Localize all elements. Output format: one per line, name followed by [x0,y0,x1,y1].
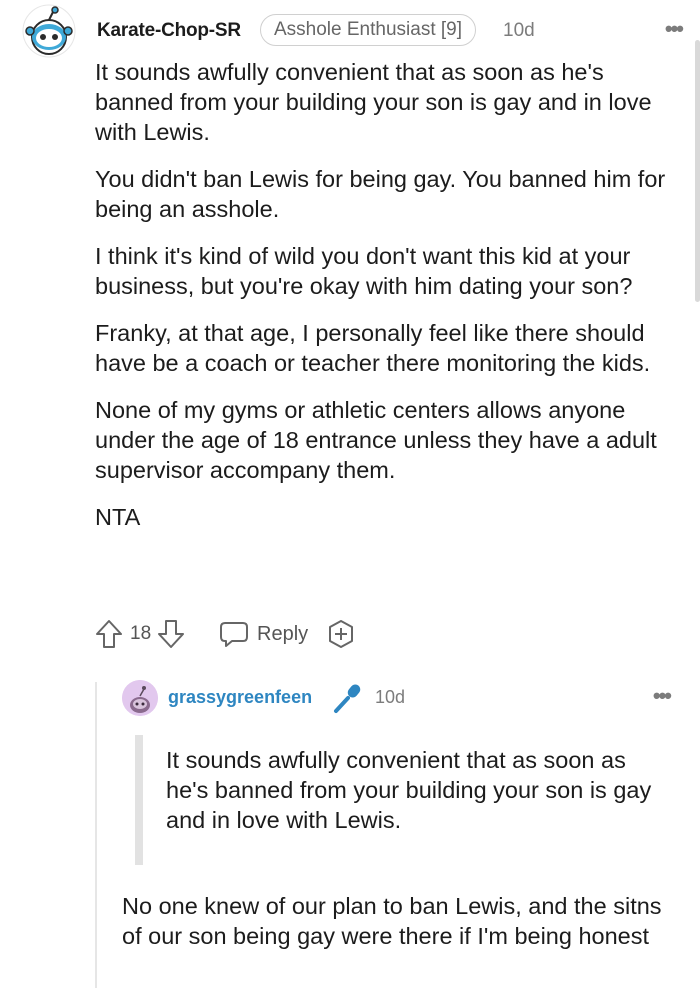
reply-timestamp: 10d [375,687,406,707]
scrollbar[interactable] [695,40,700,302]
snoo-avatar-icon[interactable] [22,4,76,58]
comment-paragraph: You didn't ban Lewis for being gay. You … [95,166,666,222]
comment-paragraph: Franky, at that age, I personally feel l… [95,320,651,376]
comment-paragraph: I think it's kind of wild you don't want… [95,243,633,299]
reply-header: grassygreenfeen 10d ••• [122,680,678,716]
microphone-icon [332,682,364,719]
vote-score: 18 [130,623,152,644]
reply-button[interactable]: Reply [219,617,308,651]
comment-username[interactable]: Karate-Chop-SR [97,20,241,42]
comment-paragraph: NTA [95,504,141,530]
user-flair: Asshole Enthusiast [9] [260,14,476,46]
reply-username[interactable]: grassygreenfeen [168,687,312,708]
reply-body: No one knew of our plan to ban Lewis, an… [122,893,662,949]
more-options-icon[interactable]: ••• [665,16,684,42]
downvote-icon[interactable] [157,617,185,651]
comment-actions: 18 Reply [95,617,395,651]
thread-line[interactable] [95,682,97,988]
comment-paragraph: None of my gyms or athletic centers allo… [95,397,657,483]
reply-quote: It sounds awfully convenient that as soo… [166,747,652,833]
reply-label: Reply [257,622,309,645]
snoo-reply-avatar-icon[interactable] [122,680,158,716]
comment-paragraph: It sounds awfully convenient that as soo… [95,59,652,145]
comment-header: Karate-Chop-SR Asshole Enthusiast [9] 10… [22,4,684,58]
award-plus-icon[interactable] [325,617,357,651]
reply-bubble-icon [220,622,248,647]
upvote-icon[interactable] [95,617,123,651]
comment-timestamp: 10d [503,20,535,41]
comment-body: It sounds awfully convenient that as soo… [95,57,675,549]
more-options-icon[interactable]: ••• [653,683,672,709]
quote-bar [135,735,143,865]
